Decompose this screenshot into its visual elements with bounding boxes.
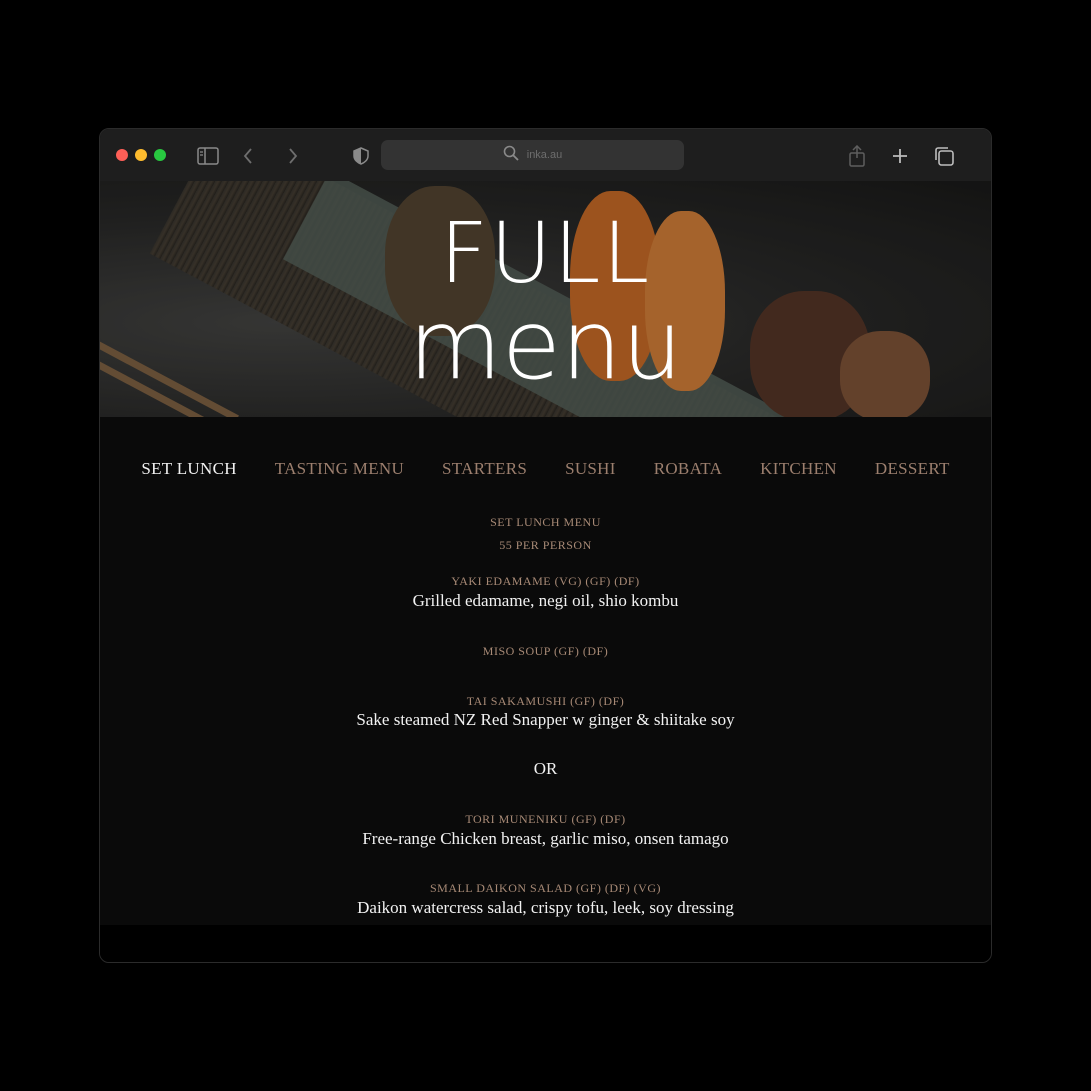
menu-item-name: MISO SOUP (GF) (DF) [482, 644, 609, 658]
menu-item-description: Grilled edamame, negi oil, shio kombu [412, 591, 679, 610]
minimize-window-button[interactable] [135, 149, 147, 161]
menu-price: 55 PER PERSON [499, 538, 592, 552]
or-separator: OR [533, 759, 558, 778]
menu-title: SET LUNCH MENU [490, 515, 601, 529]
nav-sushi[interactable]: SUSHI [565, 459, 616, 479]
url-text: inka.au [526, 149, 563, 161]
menu-item-name: SMALL DAIKON SALAD (GF) (DF) (VG) [429, 881, 662, 895]
nav-tasting-menu[interactable]: TASTING MENU [275, 459, 404, 479]
browser-window: inka.au FULL menu SET LUNCH TASTING MENU… [99, 128, 992, 963]
menu-item-name: TAI SAKAMUSHI (GF) (DF) [466, 694, 625, 708]
nav-set-lunch[interactable]: SET LUNCH [141, 459, 236, 479]
browser-toolbar: inka.au [100, 129, 991, 181]
search-icon [503, 145, 519, 166]
address-bar[interactable]: inka.au [381, 140, 684, 170]
menu-category-nav: SET LUNCH TASTING MENU STARTERS SUSHI RO… [100, 459, 991, 479]
hero-banner: FULL menu [100, 181, 991, 417]
back-icon[interactable] [237, 145, 259, 167]
zoom-window-button[interactable] [154, 149, 166, 161]
nav-dessert[interactable]: DESSERT [875, 459, 950, 479]
menu-item-name: YAKI EDAMAME (VG) (GF) (DF) [451, 574, 640, 588]
close-window-button[interactable] [116, 149, 128, 161]
hero-title-line1: FULL [439, 204, 652, 302]
sidebar-icon[interactable] [197, 145, 219, 167]
nav-kitchen[interactable]: KITCHEN [760, 459, 837, 479]
nav-robata[interactable]: ROBATA [654, 459, 722, 479]
menu-item-description: Daikon watercress salad, crispy tofu, le… [357, 898, 734, 917]
menu-item-name: TORI MUNENIKU (GF) (DF) [465, 812, 626, 826]
new-tab-icon[interactable] [889, 145, 911, 167]
privacy-shield-icon[interactable] [350, 145, 372, 167]
forward-icon[interactable] [282, 145, 304, 167]
menu-item-description: Free-range Chicken breast, garlic miso, … [362, 829, 729, 848]
tab-overview-icon[interactable] [933, 145, 955, 167]
nav-starters[interactable]: STARTERS [442, 459, 527, 479]
menu-item-description: Sake steamed NZ Red Snapper w ginger & s… [356, 710, 735, 729]
share-icon[interactable] [846, 145, 868, 167]
hero-title-line2: menu [408, 289, 683, 401]
